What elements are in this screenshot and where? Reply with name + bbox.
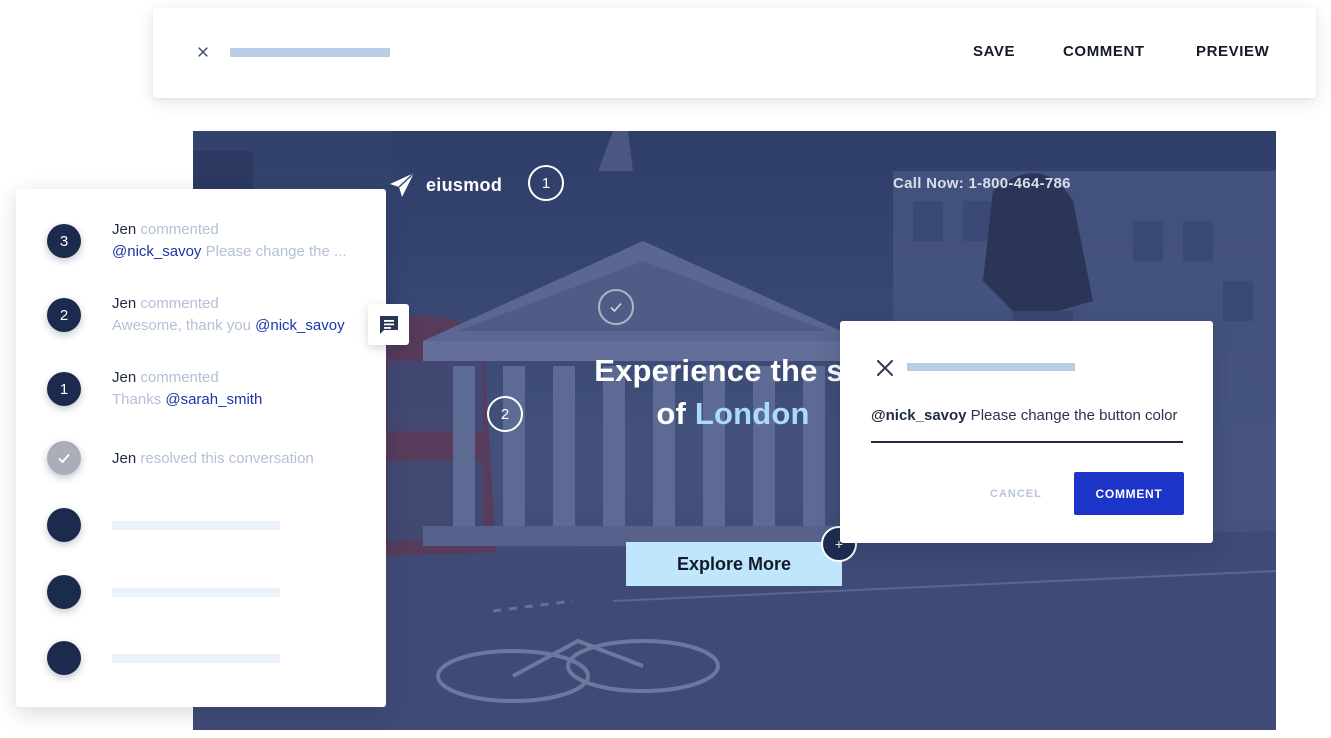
close-icon[interactable] xyxy=(876,359,894,377)
placeholder-bar xyxy=(112,588,280,597)
dialog-title-placeholder xyxy=(907,363,1075,371)
preview-button[interactable]: PREVIEW xyxy=(1196,43,1269,60)
activity-header: Jen commented xyxy=(112,221,219,238)
resolved-marker[interactable] xyxy=(598,289,634,325)
placeholder-bar xyxy=(112,521,280,530)
placeholder-badge xyxy=(47,641,81,675)
title-placeholder xyxy=(230,48,390,57)
phone-number: Call Now: 1-800-464-786 xyxy=(893,175,1071,192)
activity-header: Jen commented xyxy=(112,369,219,386)
activity-header: Jen resolved this conversation xyxy=(112,450,314,467)
headline-prefix: of xyxy=(656,396,695,431)
mention: @nick_savoy xyxy=(112,243,202,260)
resolved-badge xyxy=(47,441,81,475)
comment-marker-2[interactable]: 2 xyxy=(487,396,523,432)
headline-accent: London xyxy=(694,396,810,431)
comment-input[interactable]: @nick_savoy Please change the button col… xyxy=(871,407,1183,443)
user-name: Jen xyxy=(112,295,137,312)
user-name: Jen xyxy=(112,450,137,467)
placeholder-badge xyxy=(47,575,81,609)
activity-preview: Thanks @sarah_smith xyxy=(112,391,262,408)
check-icon xyxy=(610,302,622,313)
submit-comment-button[interactable]: COMMENT xyxy=(1074,472,1184,515)
comments-sidebar: 3 Jen commented @nick_savoy Please chang… xyxy=(16,189,386,707)
save-button[interactable]: SAVE xyxy=(973,43,1015,60)
explore-more-button[interactable]: Explore More xyxy=(626,542,842,586)
check-icon xyxy=(58,453,70,464)
comment-marker-1[interactable]: 1 xyxy=(528,165,564,201)
close-icon[interactable] xyxy=(197,46,209,58)
activity-action: commented xyxy=(136,295,219,312)
activity-action: resolved this conversation xyxy=(136,450,314,467)
activity-header: Jen commented xyxy=(112,295,219,312)
preview-text: Please change the ... xyxy=(201,243,347,260)
activity-preview: Awesome, thank you @nick_savoy xyxy=(112,317,345,334)
activity-preview: @nick_savoy Please change the ... xyxy=(112,243,347,260)
comment-button[interactable]: COMMENT xyxy=(1063,43,1145,60)
comment-number-badge: 3 xyxy=(47,224,81,258)
mention: @nick_savoy xyxy=(255,317,345,334)
comment-dialog: @nick_savoy Please change the button col… xyxy=(840,321,1213,543)
brand-name: eiusmod xyxy=(426,174,503,195)
brand: eiusmod xyxy=(388,171,502,199)
placeholder-badge xyxy=(47,508,81,542)
cancel-button[interactable]: CANCEL xyxy=(990,488,1042,500)
comment-number-badge: 2 xyxy=(47,298,81,332)
editor-toolbar: SAVE COMMENT PREVIEW xyxy=(153,8,1316,98)
mention: @sarah_smith xyxy=(165,391,263,408)
comment-number-badge: 1 xyxy=(47,372,81,406)
placeholder-bar xyxy=(112,654,280,663)
user-name: Jen xyxy=(112,369,137,386)
preview-text: Thanks xyxy=(112,391,166,408)
comment-text: Please change the button color xyxy=(966,407,1178,424)
paper-plane-logo-icon xyxy=(390,172,415,197)
user-name: Jen xyxy=(112,221,137,238)
toggle-comments-button[interactable] xyxy=(368,304,409,345)
activity-action: commented xyxy=(136,221,219,238)
preview-text: Awesome, thank you xyxy=(112,317,256,334)
activity-action: commented xyxy=(136,369,219,386)
chat-bubble-icon xyxy=(379,315,398,334)
mention: @nick_savoy xyxy=(871,407,967,424)
